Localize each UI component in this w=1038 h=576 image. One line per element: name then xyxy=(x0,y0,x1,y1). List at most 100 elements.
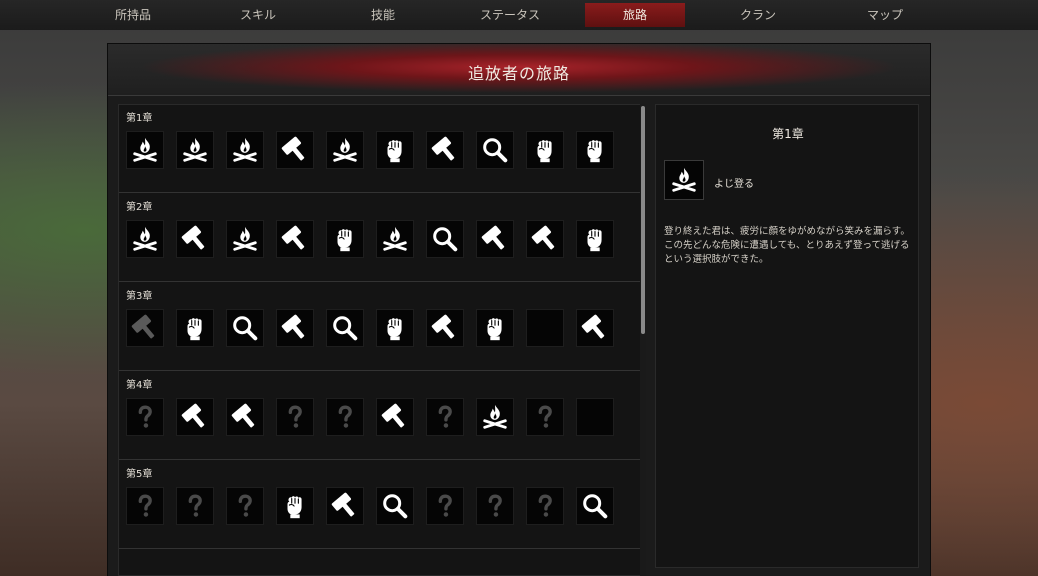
campfire-slot[interactable] xyxy=(126,220,164,258)
tab-5[interactable]: 旅路 xyxy=(585,3,685,27)
fist-slot[interactable] xyxy=(476,309,514,347)
campfire-slot[interactable] xyxy=(376,220,414,258)
question-icon xyxy=(530,491,560,521)
campfire-slot[interactable] xyxy=(226,131,264,169)
question-slot[interactable] xyxy=(126,487,164,525)
fist-icon xyxy=(580,224,610,254)
fist-icon xyxy=(280,491,310,521)
hammer-slot[interactable] xyxy=(176,220,214,258)
campfire-icon xyxy=(180,135,210,165)
magnifier-slot[interactable] xyxy=(576,487,614,525)
campfire-slot[interactable] xyxy=(126,131,164,169)
magnifier-icon xyxy=(480,135,510,165)
campfire-icon xyxy=(380,224,410,254)
tab-1[interactable]: 所持品 xyxy=(100,3,166,27)
fist-slot[interactable] xyxy=(276,487,314,525)
hammer-slot[interactable] xyxy=(276,131,314,169)
question-icon xyxy=(130,491,160,521)
hammer-slot[interactable] xyxy=(576,309,614,347)
hammer-slot[interactable] xyxy=(376,398,414,436)
fist-icon xyxy=(180,313,210,343)
chapter-label: 第1章 xyxy=(126,113,153,124)
hammer-slot[interactable] xyxy=(176,398,214,436)
question-slot[interactable] xyxy=(426,398,464,436)
hammer-slot[interactable] xyxy=(426,131,464,169)
campfire-slot[interactable] xyxy=(476,398,514,436)
magnifier-slot[interactable] xyxy=(326,309,364,347)
detail-icon-frame xyxy=(664,160,704,200)
question-slot[interactable] xyxy=(476,487,514,525)
detail-title: 第1章 xyxy=(772,127,804,141)
campfire-icon xyxy=(130,135,160,165)
hammer-slot[interactable] xyxy=(526,220,564,258)
campfire-slot[interactable] xyxy=(326,131,364,169)
fist-icon xyxy=(380,313,410,343)
hammer-icon xyxy=(280,313,310,343)
hammer-slot[interactable] xyxy=(426,309,464,347)
fist-icon xyxy=(380,135,410,165)
fist-slot[interactable] xyxy=(576,131,614,169)
fist-slot[interactable] xyxy=(326,220,364,258)
question-icon xyxy=(180,491,210,521)
chapter-row: 第1章 xyxy=(119,105,645,193)
magnifier-slot[interactable] xyxy=(376,487,414,525)
fist-icon xyxy=(330,224,360,254)
hammer-slot[interactable] xyxy=(476,220,514,258)
question-slot[interactable] xyxy=(276,398,314,436)
campfire-slot[interactable] xyxy=(226,220,264,258)
campfire-slot[interactable] xyxy=(176,131,214,169)
hammer-dim-icon xyxy=(130,313,160,343)
question-slot[interactable] xyxy=(176,487,214,525)
question-icon xyxy=(130,402,160,432)
hammer-slot[interactable] xyxy=(276,220,314,258)
campfire-icon xyxy=(669,165,699,195)
tab-6[interactable]: クラン xyxy=(725,3,791,27)
question-icon xyxy=(230,491,260,521)
magnifier-slot[interactable] xyxy=(226,309,264,347)
chapter-list[interactable]: 第1章 第2章 第3章 第4章 第5章 xyxy=(118,104,646,576)
fist-slot[interactable] xyxy=(376,131,414,169)
magnifier-icon xyxy=(230,313,260,343)
fist-icon xyxy=(530,135,560,165)
hammer-slot[interactable] xyxy=(276,309,314,347)
empty-slot[interactable] xyxy=(526,309,564,347)
fist-slot[interactable] xyxy=(576,220,614,258)
magnifier-icon xyxy=(380,491,410,521)
detail-panel: 第1章 よじ登る 登り終えた君は、疲労に顔をゆがめながら笑みを漏らす。この先どん… xyxy=(655,104,919,568)
tab-3[interactable]: 技能 xyxy=(350,3,416,27)
magnifier-slot[interactable] xyxy=(476,131,514,169)
tab-7[interactable]: マップ xyxy=(852,3,918,27)
hammer-icon xyxy=(580,313,610,343)
tab-4[interactable]: ステータス xyxy=(470,3,550,27)
hammer-slot[interactable] xyxy=(226,398,264,436)
hammer-icon xyxy=(280,224,310,254)
fist-slot[interactable] xyxy=(526,131,564,169)
fist-icon xyxy=(580,135,610,165)
chapter-label: 第5章 xyxy=(126,469,153,480)
scrollbar[interactable] xyxy=(640,104,646,576)
question-slot[interactable] xyxy=(226,487,264,525)
fist-slot[interactable] xyxy=(176,309,214,347)
chapter-label: 第2章 xyxy=(126,202,153,213)
chapter-row: 第2章 xyxy=(119,194,645,282)
magnifier-icon xyxy=(330,313,360,343)
question-icon xyxy=(330,402,360,432)
scrollbar-thumb[interactable] xyxy=(641,106,645,334)
question-icon xyxy=(480,491,510,521)
question-slot[interactable] xyxy=(526,398,564,436)
hammer-icon xyxy=(430,313,460,343)
campfire-icon xyxy=(230,224,260,254)
question-slot[interactable] xyxy=(426,487,464,525)
hammer-dim-slot[interactable] xyxy=(126,309,164,347)
magnifier-slot[interactable] xyxy=(426,220,464,258)
detail-description: 登り終えた君は、疲労に顔をゆがめながら笑みを漏らす。この先どんな危険に遭遇しても… xyxy=(664,226,910,265)
question-slot[interactable] xyxy=(326,398,364,436)
question-slot[interactable] xyxy=(526,487,564,525)
hammer-slot[interactable] xyxy=(326,487,364,525)
empty-slot[interactable] xyxy=(576,398,614,436)
question-slot[interactable] xyxy=(126,398,164,436)
fist-slot[interactable] xyxy=(376,309,414,347)
tab-2[interactable]: スキル xyxy=(225,3,291,27)
campfire-icon xyxy=(330,135,360,165)
question-icon xyxy=(430,491,460,521)
